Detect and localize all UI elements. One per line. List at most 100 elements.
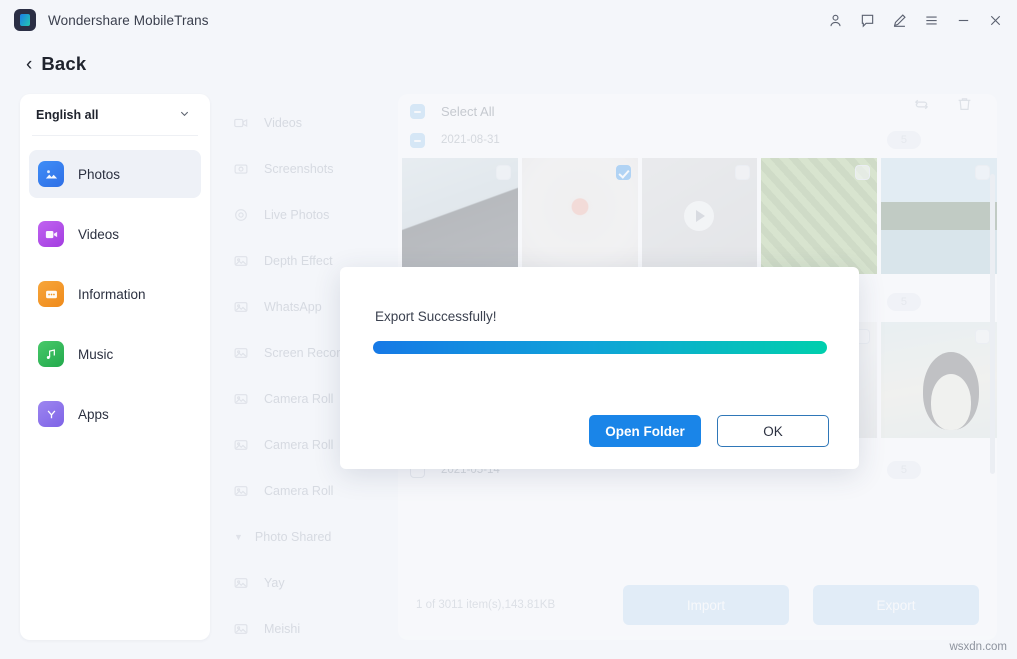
album-group-label: Photo Shared (255, 530, 331, 544)
language-select[interactable]: English all (32, 94, 198, 136)
minimize-icon[interactable] (947, 4, 979, 36)
album-item-live-photos[interactable]: Live Photos (220, 192, 390, 238)
album-item-label: WhatsApp (264, 300, 322, 314)
export-success-dialog: Export Successfully! Open Folder OK (340, 267, 859, 469)
sidebar-item-information[interactable]: Information (29, 270, 201, 318)
back-label: Back (41, 53, 86, 75)
dialog-actions: Open Folder OK (589, 415, 829, 447)
thumb-group-badge: 5 (887, 293, 921, 311)
ok-button[interactable]: OK (717, 415, 829, 447)
selection-summary: 1 of 3011 item(s),143.81KB (416, 599, 555, 611)
videos-icon (38, 221, 64, 247)
action-footer: 1 of 3011 item(s),143.81KB Import Export (398, 570, 997, 640)
photo-album-icon (232, 620, 250, 638)
album-item-label: Live Photos (264, 208, 329, 222)
date-group-header-1[interactable]: 2021-08-31 5 (398, 126, 997, 154)
screenshot-album-icon (232, 160, 250, 178)
apps-icon (38, 401, 64, 427)
sidebar-item-photos[interactable]: Photos (29, 150, 201, 198)
thumb-person[interactable] (402, 158, 518, 274)
album-item-label: Videos (264, 116, 302, 130)
feedback-icon[interactable] (851, 4, 883, 36)
app-logo-icon (14, 9, 36, 31)
account-icon[interactable] (819, 4, 851, 36)
caret-down-icon: ▼ (234, 532, 243, 542)
select-all-label: Select All (441, 104, 494, 119)
select-all-row[interactable]: Select All (398, 96, 997, 126)
album-item-yay[interactable]: Yay (220, 560, 390, 606)
album-item-label: Yay (264, 576, 285, 590)
album-item-label: Camera Roll (264, 438, 333, 452)
live-photo-album-icon (232, 206, 250, 224)
chevron-left-icon: ‹ (26, 55, 32, 74)
date-group-label: 2021-08-31 (441, 134, 500, 146)
sidebar-item-videos[interactable]: Videos (29, 210, 201, 258)
photo-album-icon (232, 252, 250, 270)
thumb-leaves[interactable] (761, 158, 877, 274)
thumb-video-hand[interactable] (642, 158, 758, 274)
information-icon (38, 281, 64, 307)
back-button[interactable]: ‹ Back (26, 53, 86, 75)
footer-buttons: Import Export (623, 585, 979, 625)
chevron-down-icon (179, 108, 190, 122)
open-folder-button[interactable]: Open Folder (589, 415, 701, 447)
album-item-videos[interactable]: Videos (220, 100, 390, 146)
language-label: English all (36, 108, 99, 122)
select-all-checkbox[interactable] (410, 104, 425, 119)
export-button[interactable]: Export (813, 585, 979, 625)
app-title: Wondershare MobileTrans (48, 13, 209, 28)
sidebar-item-label: Videos (78, 227, 119, 242)
window-controls (819, 0, 1011, 40)
thumb-checkbox[interactable] (616, 165, 631, 180)
sidebar-item-label: Information (78, 287, 146, 302)
photo-album-icon (232, 298, 250, 316)
album-group-photo-shared[interactable]: ▼ Photo Shared (220, 514, 390, 560)
album-item-camera-roll-3[interactable]: Camera Roll (220, 468, 390, 514)
photos-icon (38, 161, 64, 187)
progress-bar (373, 341, 827, 354)
sidebar-item-label: Photos (78, 167, 120, 182)
title-bar: Wondershare MobileTrans (0, 0, 1017, 40)
dialog-title: Export Successfully! (375, 309, 497, 324)
thumb-checkbox[interactable] (735, 165, 750, 180)
photo-album-icon (232, 344, 250, 362)
sidebar-item-music[interactable]: Music (29, 330, 201, 378)
thumb-checkbox[interactable] (975, 329, 990, 344)
back-bar: ‹ Back (0, 40, 1017, 88)
import-button[interactable]: Import (623, 585, 789, 625)
photo-album-icon (232, 482, 250, 500)
sidebar: English all Photos (20, 94, 210, 640)
sidebar-item-label: Apps (78, 407, 109, 422)
album-item-meishi[interactable]: Meishi (220, 606, 390, 652)
thumbnail-row (398, 158, 997, 274)
menu-icon[interactable] (915, 4, 947, 36)
album-item-screenshots[interactable]: Screenshots (220, 146, 390, 192)
photo-album-icon (232, 436, 250, 454)
album-item-label: Camera Roll (264, 392, 333, 406)
vertical-scrollbar[interactable] (990, 174, 995, 474)
music-icon (38, 341, 64, 367)
thumb-checkbox[interactable] (855, 165, 870, 180)
app-window: Wondershare MobileTrans (0, 0, 1017, 659)
thumb-checkbox[interactable] (496, 165, 511, 180)
photo-album-icon (232, 390, 250, 408)
totoro-belly-shape (931, 374, 971, 430)
app-logo-glyph (20, 14, 30, 26)
sidebar-item-apps[interactable]: Apps (29, 390, 201, 438)
thumb-totoro[interactable] (881, 322, 997, 438)
close-icon[interactable] (979, 4, 1011, 36)
date-group-checkbox[interactable] (410, 133, 425, 148)
edit-icon[interactable] (883, 4, 915, 36)
video-album-icon (232, 114, 250, 132)
thumb-beach[interactable] (881, 158, 997, 274)
watermark: wsxdn.com (949, 641, 1007, 653)
thumb-checkbox[interactable] (975, 165, 990, 180)
album-item-label: Camera Roll (264, 484, 333, 498)
album-item-label: Screenshots (264, 162, 333, 176)
thumb-flowers[interactable] (522, 158, 638, 274)
play-icon[interactable] (684, 201, 714, 231)
album-item-label: Depth Effect (264, 254, 333, 268)
sidebar-item-label: Music (78, 347, 113, 362)
album-item-label: Meishi (264, 622, 300, 636)
photo-album-icon (232, 574, 250, 592)
